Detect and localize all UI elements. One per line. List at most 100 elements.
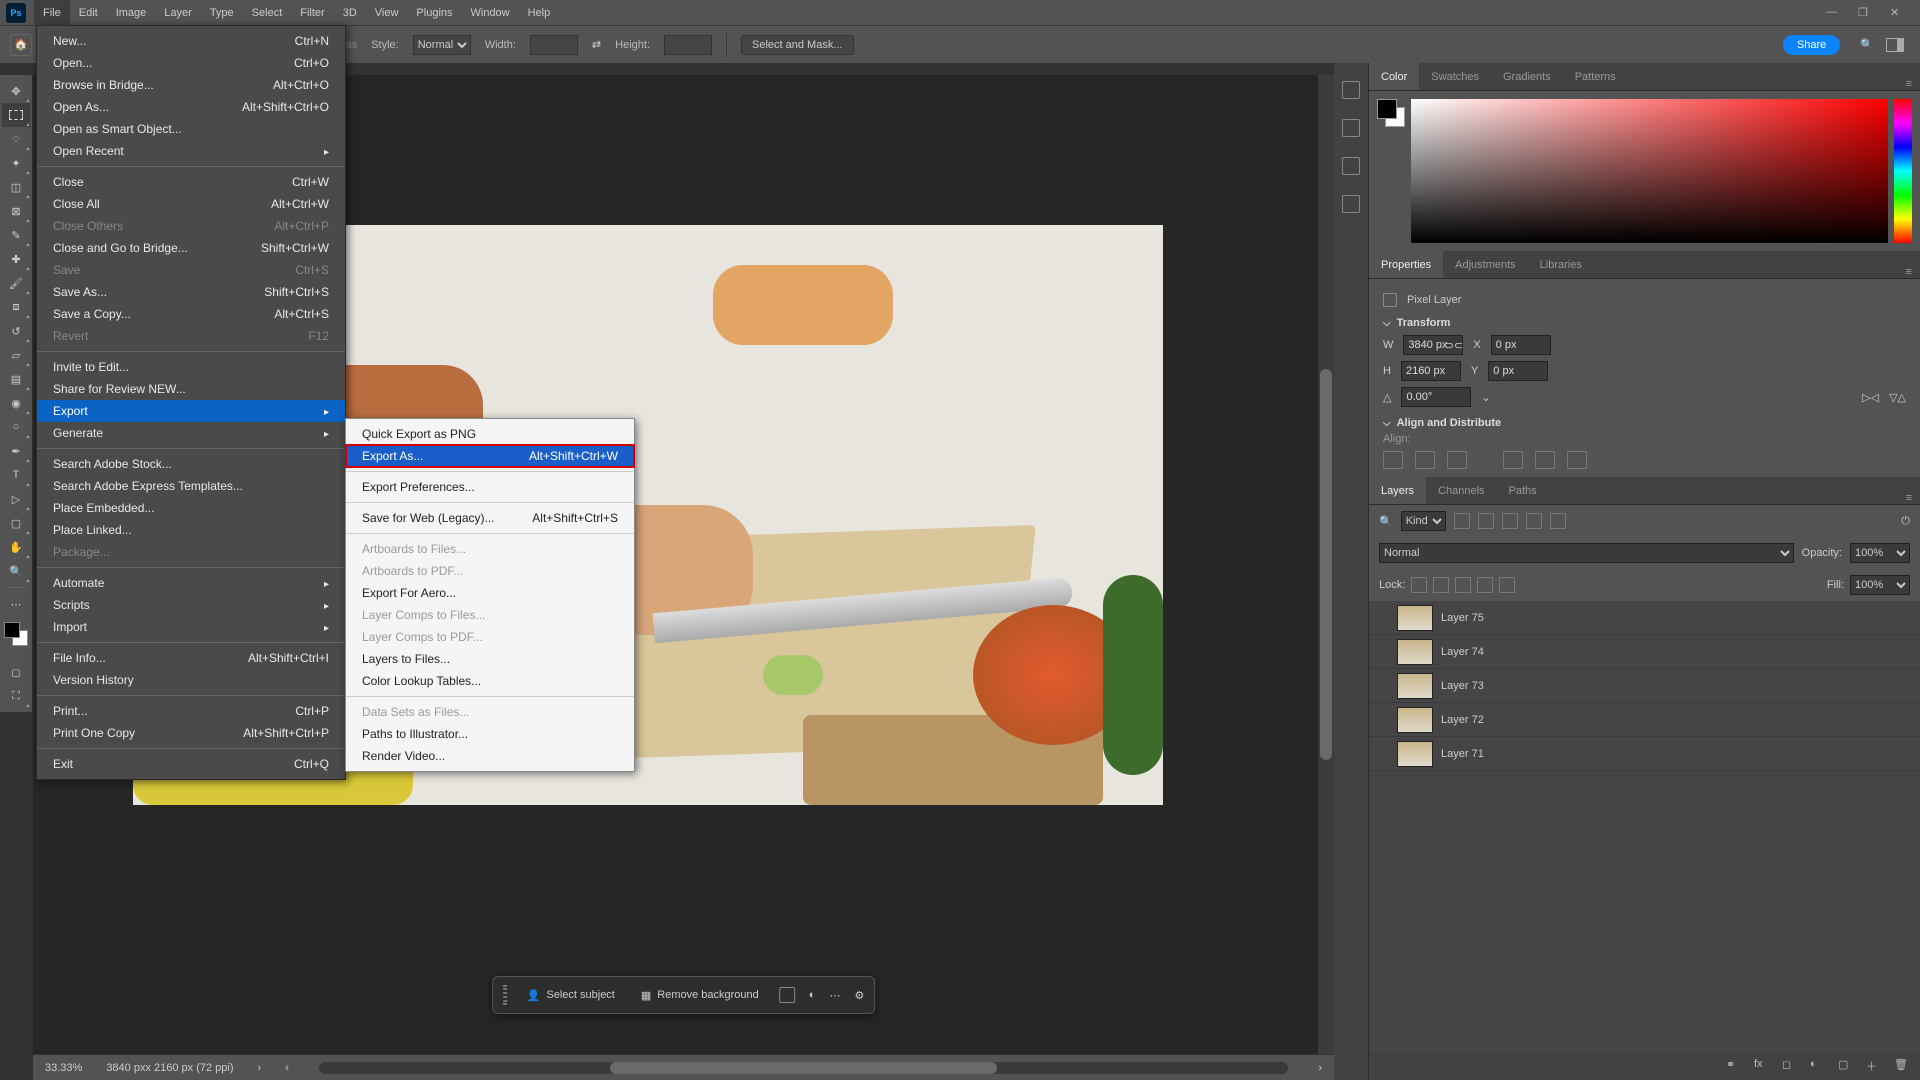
shape-tool-icon[interactable]: ▢ bbox=[2, 511, 30, 535]
scroll-right-icon[interactable]: › bbox=[1318, 1062, 1322, 1074]
file-menu-item[interactable]: Generate bbox=[37, 422, 345, 444]
menu-help[interactable]: Help bbox=[519, 0, 560, 25]
fill-select[interactable]: 100% bbox=[1850, 575, 1910, 595]
tab-gradients[interactable]: Gradients bbox=[1491, 63, 1563, 90]
scroll-left-icon[interactable]: ‹ bbox=[285, 1062, 289, 1074]
history-brush-tool-icon[interactable]: ↺ bbox=[2, 319, 30, 343]
layer-row[interactable]: Layer 75 bbox=[1369, 601, 1920, 635]
height-field[interactable] bbox=[1401, 361, 1461, 381]
file-menu-item[interactable]: Version History bbox=[37, 669, 345, 691]
new-layer-icon[interactable]: ＋ bbox=[1866, 1058, 1882, 1074]
file-menu-item[interactable]: Search Adobe Stock... bbox=[37, 453, 345, 475]
pen-tool-icon[interactable]: ✒ bbox=[2, 439, 30, 463]
file-menu-item[interactable]: Save As...Shift+Ctrl+S bbox=[37, 281, 345, 303]
file-menu-item[interactable]: Open Recent bbox=[37, 140, 345, 162]
type-tool-icon[interactable]: T bbox=[2, 463, 30, 487]
file-menu-item[interactable]: File Info...Alt+Shift+Ctrl+I bbox=[37, 647, 345, 669]
align-hcenter-icon[interactable] bbox=[1415, 451, 1435, 469]
select-and-mask-button[interactable]: Select and Mask... bbox=[741, 35, 854, 55]
grip-icon[interactable] bbox=[503, 985, 507, 1005]
layer-thumb[interactable] bbox=[1397, 605, 1433, 631]
filter-type-icon[interactable] bbox=[1502, 513, 1518, 529]
panel-menu-icon[interactable]: ≡ bbox=[1898, 492, 1920, 504]
close-icon[interactable]: ✕ bbox=[1890, 6, 1904, 20]
lock-all-icon[interactable] bbox=[1499, 577, 1515, 593]
gradient-tool-icon[interactable]: ▤ bbox=[2, 367, 30, 391]
workspace-icon[interactable] bbox=[1886, 38, 1904, 52]
opacity-select[interactable]: 100% bbox=[1850, 543, 1910, 563]
align-vcenter-icon[interactable] bbox=[1535, 451, 1555, 469]
layer-row[interactable]: Layer 71 bbox=[1369, 737, 1920, 771]
adjustment-icon[interactable]: ◐ bbox=[1810, 1058, 1826, 1074]
lock-paint-icon[interactable] bbox=[1433, 577, 1449, 593]
layer-row[interactable]: Layer 73 bbox=[1369, 669, 1920, 703]
file-menu-item[interactable]: Close and Go to Bridge...Shift+Ctrl+W bbox=[37, 237, 345, 259]
comments-panel-icon[interactable] bbox=[1342, 157, 1360, 175]
align-left-icon[interactable] bbox=[1383, 451, 1403, 469]
tab-adjustments[interactable]: Adjustments bbox=[1443, 251, 1528, 278]
hand-tool-icon[interactable]: ✋ bbox=[2, 535, 30, 559]
hue-slider[interactable] bbox=[1894, 99, 1912, 243]
screenmode-icon[interactable]: ⛶ bbox=[2, 684, 30, 708]
maximize-icon[interactable]: ❐ bbox=[1858, 6, 1872, 20]
filter-pixel-icon[interactable] bbox=[1454, 513, 1470, 529]
tab-paths[interactable]: Paths bbox=[1497, 477, 1549, 504]
menu-image[interactable]: Image bbox=[107, 0, 156, 25]
export-menu-item[interactable]: Export Preferences... bbox=[346, 476, 634, 498]
file-menu-item[interactable]: Place Linked... bbox=[37, 519, 345, 541]
align-top-icon[interactable] bbox=[1503, 451, 1523, 469]
quickmask-icon[interactable]: ◻ bbox=[2, 660, 30, 684]
layer-thumb[interactable] bbox=[1397, 673, 1433, 699]
panel-menu-icon[interactable]: ≡ bbox=[1898, 266, 1920, 278]
file-menu-item[interactable]: Browse in Bridge...Alt+Ctrl+O bbox=[37, 74, 345, 96]
file-menu-item[interactable]: Print...Ctrl+P bbox=[37, 700, 345, 722]
color-fgbg-icon[interactable] bbox=[1377, 99, 1405, 243]
link-wh-icon[interactable]: ⊃⊂ bbox=[1445, 339, 1463, 352]
menu-3d[interactable]: 3D bbox=[334, 0, 366, 25]
filter-adjust-icon[interactable] bbox=[1478, 513, 1494, 529]
color-swatch[interactable] bbox=[4, 622, 28, 646]
export-menu-item[interactable]: Layers to Files... bbox=[346, 648, 634, 670]
menu-layer[interactable]: Layer bbox=[155, 0, 201, 25]
file-menu-item[interactable]: Scripts bbox=[37, 594, 345, 616]
layer-name[interactable]: Layer 71 bbox=[1441, 748, 1914, 760]
lock-nest-icon[interactable] bbox=[1477, 577, 1493, 593]
tab-color[interactable]: Color bbox=[1369, 63, 1419, 90]
eyedropper-tool-icon[interactable]: ✎ bbox=[2, 223, 30, 247]
menu-type[interactable]: Type bbox=[201, 0, 243, 25]
wand-tool-icon[interactable]: ✦ bbox=[2, 151, 30, 175]
flip-h-icon[interactable]: ▷◁ bbox=[1862, 391, 1879, 404]
file-menu-item[interactable]: Share for Review NEW... bbox=[37, 378, 345, 400]
path-tool-icon[interactable]: ▷ bbox=[2, 487, 30, 511]
search-icon[interactable]: 🔍 bbox=[1860, 38, 1874, 51]
menu-window[interactable]: Window bbox=[462, 0, 519, 25]
transform-section[interactable]: Transform bbox=[1383, 317, 1906, 329]
file-menu-item[interactable]: CloseCtrl+W bbox=[37, 171, 345, 193]
properties-icon[interactable]: ⚙ bbox=[854, 989, 864, 1002]
filter-search-icon[interactable]: 🔍 bbox=[1379, 515, 1393, 528]
minimize-icon[interactable]: — bbox=[1826, 6, 1840, 20]
blur-tool-icon[interactable]: ◉ bbox=[2, 391, 30, 415]
marquee-tool-icon[interactable] bbox=[2, 103, 30, 127]
home-icon[interactable]: 🏠 bbox=[10, 34, 32, 56]
mask-icon[interactable]: ◻ bbox=[1782, 1058, 1798, 1074]
brush-tool-icon[interactable]: 🖌 bbox=[2, 271, 30, 295]
align-right-icon[interactable] bbox=[1447, 451, 1467, 469]
layer-row[interactable]: Layer 72 bbox=[1369, 703, 1920, 737]
adjust-icon[interactable]: ◐ bbox=[809, 989, 816, 1001]
lock-trans-icon[interactable] bbox=[1411, 577, 1427, 593]
menu-file[interactable]: File bbox=[34, 0, 70, 25]
dodge-tool-icon[interactable]: ○ bbox=[2, 415, 30, 439]
filter-smart-icon[interactable] bbox=[1550, 513, 1566, 529]
export-menu-item[interactable]: Quick Export as PNG bbox=[346, 423, 634, 445]
tab-swatches[interactable]: Swatches bbox=[1419, 63, 1491, 90]
file-menu-item[interactable]: Search Adobe Express Templates... bbox=[37, 475, 345, 497]
tab-channels[interactable]: Channels bbox=[1426, 477, 1496, 504]
align-bottom-icon[interactable] bbox=[1567, 451, 1587, 469]
tab-libraries[interactable]: Libraries bbox=[1528, 251, 1594, 278]
export-menu-item[interactable]: Export For Aero... bbox=[346, 582, 634, 604]
file-menu-item[interactable]: Close AllAlt+Ctrl+W bbox=[37, 193, 345, 215]
layer-name[interactable]: Layer 75 bbox=[1441, 612, 1914, 624]
lasso-tool-icon[interactable]: ◌ bbox=[2, 127, 30, 151]
3d-panel-icon[interactable] bbox=[1342, 195, 1360, 213]
